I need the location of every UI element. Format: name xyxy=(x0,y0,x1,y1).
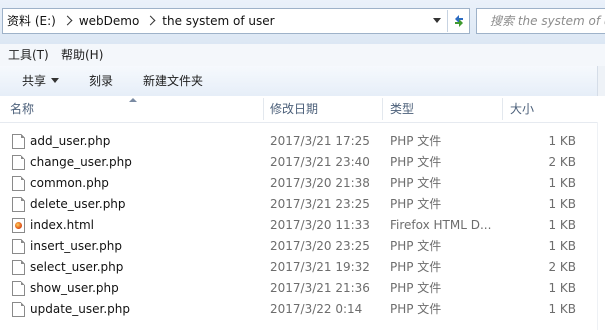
file-size: 1 KB xyxy=(548,197,576,211)
file-row[interactable]: common.php 2017/3/20 21:38 PHP 文件 1 KB xyxy=(0,173,597,194)
file-date: 2017/3/20 23:25 xyxy=(270,239,370,253)
file-type: Firefox HTML D... xyxy=(390,218,492,232)
file-date: 2017/3/21 17:25 xyxy=(270,134,370,148)
breadcrumb-chevron-icon[interactable] xyxy=(62,15,73,26)
refresh-icon xyxy=(455,15,463,27)
search-input[interactable]: 搜索 the system of user xyxy=(476,8,605,34)
php-file-icon xyxy=(12,239,25,254)
file-date: 2017/3/21 23:40 xyxy=(270,155,370,169)
menu-tools[interactable]: 工具(T) xyxy=(8,44,49,66)
command-bar: 共享 刻录 新建文件夹 xyxy=(0,66,605,97)
file-name: show_user.php xyxy=(30,281,119,295)
column-divider[interactable] xyxy=(502,98,503,120)
file-size: 2 KB xyxy=(548,260,576,274)
breadcrumb-drive[interactable]: 资料 (E:) xyxy=(7,9,56,33)
file-row[interactable]: select_user.php 2017/3/21 19:32 PHP 文件 2… xyxy=(0,257,597,278)
file-list: add_user.php 2017/3/21 17:25 PHP 文件 1 KB… xyxy=(0,131,597,320)
file-row[interactable]: show_user.php 2017/3/21 21:36 PHP 文件 1 K… xyxy=(0,278,597,299)
file-date: 2017/3/21 23:25 xyxy=(270,197,370,211)
refresh-button[interactable] xyxy=(447,10,469,32)
menu-help[interactable]: 帮助(H) xyxy=(61,44,103,66)
file-row[interactable]: change_user.php 2017/3/21 23:40 PHP 文件 2… xyxy=(0,152,597,173)
share-label: 共享 xyxy=(22,74,47,88)
breadcrumb-webdemo[interactable]: webDemo xyxy=(79,9,139,33)
file-row[interactable]: delete_user.php 2017/3/21 23:25 PHP 文件 1… xyxy=(0,194,597,215)
file-size: 1 KB xyxy=(548,281,576,295)
column-divider[interactable] xyxy=(382,98,383,120)
file-size: 1 KB xyxy=(548,302,576,316)
file-name: delete_user.php xyxy=(30,197,126,211)
breadcrumb: 资料 (E:) webDemo the system of user xyxy=(7,9,275,33)
toolbar-edge xyxy=(597,66,605,96)
sort-ascending-icon xyxy=(129,98,137,102)
file-size: 1 KB xyxy=(548,218,576,232)
file-type: PHP 文件 xyxy=(390,302,442,316)
file-date: 2017/3/21 19:32 xyxy=(270,260,370,274)
file-row[interactable]: insert_user.php 2017/3/20 23:25 PHP 文件 1… xyxy=(0,236,597,257)
address-bar[interactable]: 资料 (E:) webDemo the system of user xyxy=(2,8,470,34)
file-size: 1 KB xyxy=(548,176,576,190)
php-file-icon xyxy=(12,260,25,275)
new-folder-button[interactable]: 新建文件夹 xyxy=(143,66,203,96)
file-date: 2017/3/20 11:33 xyxy=(270,218,370,232)
column-header-type[interactable]: 类型 xyxy=(390,96,414,122)
search-placeholder: 搜索 the system of user xyxy=(490,14,605,28)
file-size: 2 KB xyxy=(548,155,576,169)
file-type: PHP 文件 xyxy=(390,239,442,253)
file-name: add_user.php xyxy=(30,134,111,148)
php-file-icon xyxy=(12,155,25,170)
file-name: change_user.php xyxy=(30,155,132,169)
address-bar-row: 资料 (E:) webDemo the system of user 搜索 the … xyxy=(0,0,605,44)
file-size: 1 KB xyxy=(548,134,576,148)
burn-button[interactable]: 刻录 xyxy=(89,66,113,96)
file-name: select_user.php xyxy=(30,260,124,274)
file-type: PHP 文件 xyxy=(390,281,442,295)
php-file-icon xyxy=(12,176,25,191)
share-button[interactable]: 共享 xyxy=(22,66,60,96)
file-name: update_user.php xyxy=(30,302,131,316)
column-divider[interactable] xyxy=(263,98,264,120)
php-file-icon xyxy=(12,302,25,317)
chevron-down-icon xyxy=(51,78,60,83)
file-type: PHP 文件 xyxy=(390,197,442,211)
file-row[interactable]: index.html 2017/3/20 11:33 Firefox HTML … xyxy=(0,215,597,236)
file-name: insert_user.php xyxy=(30,239,122,253)
file-name: common.php xyxy=(30,176,109,190)
file-type: PHP 文件 xyxy=(390,260,442,274)
address-history-dropdown-icon[interactable] xyxy=(433,18,441,23)
file-size: 1 KB xyxy=(548,239,576,253)
php-file-icon xyxy=(12,281,25,296)
column-header-date[interactable]: 修改日期 xyxy=(270,96,318,122)
menu-bar: 工具(T) 帮助(H) xyxy=(0,44,605,67)
column-header-size[interactable]: 大小 xyxy=(510,96,534,122)
php-file-icon xyxy=(12,197,25,212)
file-type: PHP 文件 xyxy=(390,134,442,148)
breadcrumb-chevron-icon[interactable] xyxy=(145,15,156,26)
file-date: 2017/3/22 0:14 xyxy=(270,302,363,316)
php-file-icon xyxy=(12,134,25,149)
explorer-window: 资料 (E:) webDemo the system of user 搜索 the … xyxy=(0,0,605,330)
column-header-name[interactable]: 名称 xyxy=(10,96,34,122)
firefox-html-icon xyxy=(12,218,25,233)
file-type: PHP 文件 xyxy=(390,155,442,169)
column-header-bar: 名称 修改日期 类型 大小 xyxy=(0,96,605,123)
file-row[interactable]: update_user.php 2017/3/22 0:14 PHP 文件 1 … xyxy=(0,299,597,320)
file-type: PHP 文件 xyxy=(390,176,442,190)
file-name: index.html xyxy=(30,218,94,232)
breadcrumb-current-folder[interactable]: the system of user xyxy=(162,9,274,33)
file-date: 2017/3/21 21:36 xyxy=(270,281,370,295)
file-row[interactable]: add_user.php 2017/3/21 17:25 PHP 文件 1 KB xyxy=(0,131,597,152)
scroll-area-edge xyxy=(597,122,605,330)
file-date: 2017/3/20 21:38 xyxy=(270,176,370,190)
